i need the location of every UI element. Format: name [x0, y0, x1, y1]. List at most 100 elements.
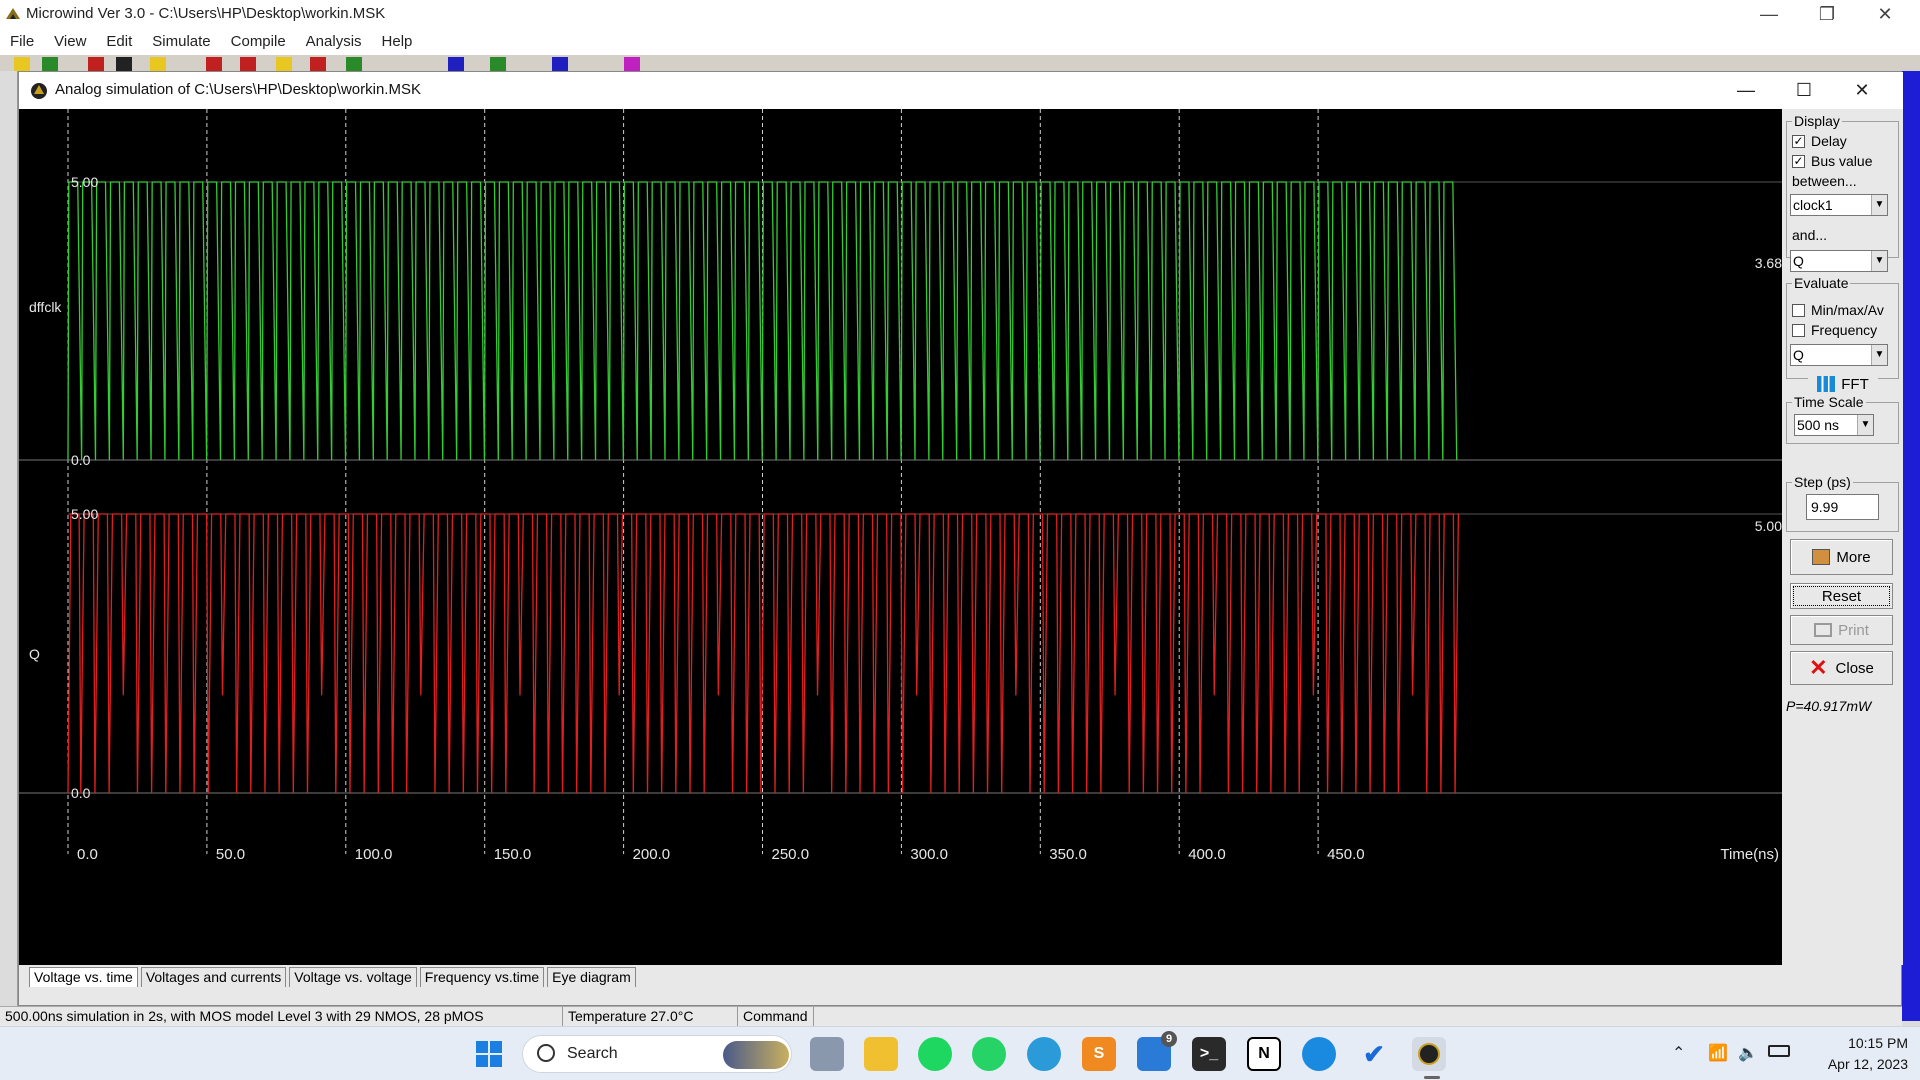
zoom-out-icon[interactable] [240, 57, 256, 71]
bus-value-checkbox[interactable]: ✓ Bus value [1792, 153, 1872, 169]
edge-icon[interactable] [1302, 1037, 1336, 1071]
evaluate-label: Evaluate [1792, 275, 1851, 291]
menu-analysis[interactable]: Analysis [296, 33, 372, 50]
print-icon[interactable] [116, 57, 132, 71]
delay-label: Delay [1811, 133, 1847, 149]
chip-icon[interactable] [624, 57, 640, 71]
text-icon[interactable] [552, 57, 568, 71]
printer-icon [1814, 623, 1833, 637]
mail-icon[interactable]: 9 [1137, 1031, 1177, 1071]
tab-voltages-and-currents[interactable]: Voltages and currents [140, 967, 287, 987]
clock[interactable]: 10:15 PM Apr 12, 2023 [1828, 1033, 1908, 1075]
file-explorer-icon[interactable] [864, 1037, 898, 1071]
x-tick-label: 450.0 [1327, 846, 1365, 863]
timescale-select[interactable]: 500 ns ▼ [1794, 414, 1874, 436]
menu-help[interactable]: Help [372, 33, 423, 50]
x-tick-label: 150.0 [494, 846, 532, 863]
chevron-down-icon[interactable]: ▼ [1871, 345, 1887, 365]
tab-frequency-vs-time[interactable]: Frequency vs.time [419, 967, 545, 987]
menu-edit[interactable]: Edit [96, 33, 142, 50]
and-label: and... [1792, 227, 1828, 243]
tab-voltage-vs-time[interactable]: Voltage vs. time [29, 967, 138, 987]
waveform-svg: 5.00 0.0 dffclk 3.68 5.00 0.0 Q 5.00 0.0 50.0 100.… [19, 109, 1782, 863]
windows-start-icon[interactable] [472, 1037, 506, 1071]
sim-minimize-button[interactable]: — [1717, 72, 1775, 109]
bus-value-label: Bus value [1811, 153, 1873, 169]
and-value: Q [1793, 253, 1804, 269]
vmin-label: 0.0 [71, 452, 91, 468]
toolbar [0, 55, 1920, 71]
whatsapp-icon[interactable] [972, 1037, 1006, 1071]
plot-tabs: Voltage vs. time Voltages and currents V… [19, 965, 1782, 987]
menu-simulate[interactable]: Simulate [142, 33, 220, 50]
menu-view[interactable]: View [44, 33, 96, 50]
minmax-check[interactable] [1792, 303, 1805, 317]
sim-close-button[interactable]: ✕ [1833, 72, 1891, 109]
microwind-taskbar-icon[interactable] [1412, 1037, 1446, 1071]
cell-icon[interactable] [490, 57, 506, 71]
delay-check[interactable]: ✓ [1792, 134, 1805, 148]
evaluate-signal-select[interactable]: Q ▼ [1790, 344, 1888, 366]
taskbar-search[interactable]: Search [522, 1035, 792, 1073]
delay-checkbox[interactable]: ✓ Delay [1792, 133, 1847, 149]
show-hidden-icons[interactable]: ⌃ [1672, 1043, 1685, 1063]
simulation-window-icon [31, 83, 47, 99]
more-label: More [1836, 548, 1871, 566]
menu-file[interactable]: File [0, 33, 44, 50]
minmax-checkbox[interactable]: Min/max/Av [1792, 302, 1884, 318]
print-button[interactable]: Print [1790, 615, 1893, 645]
todo-icon[interactable]: ✔ [1357, 1037, 1391, 1071]
notion-icon[interactable]: N [1247, 1037, 1281, 1071]
minimize-button[interactable]: — [1740, 0, 1798, 28]
between-select[interactable]: clock1 ▼ [1790, 194, 1888, 216]
save-icon[interactable] [42, 57, 58, 71]
active-app-indicator [1424, 1076, 1440, 1079]
step-label: Step (ps) [1792, 474, 1853, 490]
chevron-down-icon[interactable]: ▼ [1871, 251, 1887, 271]
battery-icon[interactable] [1768, 1045, 1790, 1057]
tab-eye-diagram[interactable]: Eye diagram [547, 967, 636, 987]
spotify-icon[interactable] [918, 1037, 952, 1071]
close-label: Close [1835, 659, 1874, 677]
close-sim-button[interactable]: ✕ Close [1790, 651, 1893, 685]
menu-compile[interactable]: Compile [221, 33, 296, 50]
edge-beta-icon[interactable] [1027, 1037, 1061, 1071]
run-icon[interactable] [346, 57, 362, 71]
clock-time: 10:15 PM [1848, 1035, 1908, 1051]
x-tick-label: 250.0 [772, 846, 810, 863]
simulate-icon[interactable] [310, 57, 326, 71]
vmax-label: 5.00 [71, 174, 98, 190]
sim-window-title: Analog simulation of C:\Users\HP\Desktop… [55, 81, 421, 98]
cut-icon[interactable] [88, 57, 104, 71]
layer-icon[interactable] [150, 57, 166, 71]
q-waveform [67, 513, 1460, 794]
open-icon[interactable] [14, 57, 30, 71]
zoom-in-icon[interactable] [206, 57, 222, 71]
wifi-icon[interactable]: 📶 [1708, 1043, 1728, 1063]
reset-button[interactable]: Reset [1790, 583, 1893, 609]
vmin-label: 0.0 [71, 785, 91, 801]
step-input[interactable]: 9.99 [1806, 494, 1879, 520]
close-button[interactable]: ✕ [1856, 0, 1914, 28]
and-select[interactable]: Q ▼ [1790, 250, 1888, 272]
signal-name-Q: Q [29, 646, 40, 662]
vmax-label: 5.00 [71, 506, 98, 522]
maximize-button[interactable]: ❐ [1798, 0, 1856, 28]
measure-icon[interactable] [276, 57, 292, 71]
mos-icon[interactable] [448, 57, 464, 71]
more-button[interactable]: More [1790, 539, 1893, 575]
sim-maximize-button[interactable]: ☐ [1775, 72, 1833, 109]
frequency-checkbox[interactable]: Frequency [1792, 322, 1877, 338]
x-tick-label: 100.0 [355, 846, 393, 863]
volume-icon[interactable]: 🔈 [1738, 1043, 1758, 1063]
chevron-down-icon[interactable]: ▼ [1857, 415, 1873, 435]
task-view-icon[interactable] [810, 1037, 844, 1071]
sublime-text-icon[interactable]: S [1082, 1037, 1116, 1071]
tab-voltage-vs-voltage[interactable]: Voltage vs. voltage [289, 967, 417, 987]
bus-value-check[interactable]: ✓ [1792, 154, 1805, 168]
chevron-down-icon[interactable]: ▼ [1871, 195, 1887, 215]
search-placeholder: Search [567, 1045, 618, 1062]
waveform-plot[interactable]: 5.00 0.0 dffclk 3.68 5.00 0.0 Q 5.00 0.0 50.0 100.… [19, 109, 1782, 965]
terminal-icon[interactable]: >_ [1192, 1037, 1226, 1071]
frequency-check[interactable] [1792, 323, 1805, 337]
